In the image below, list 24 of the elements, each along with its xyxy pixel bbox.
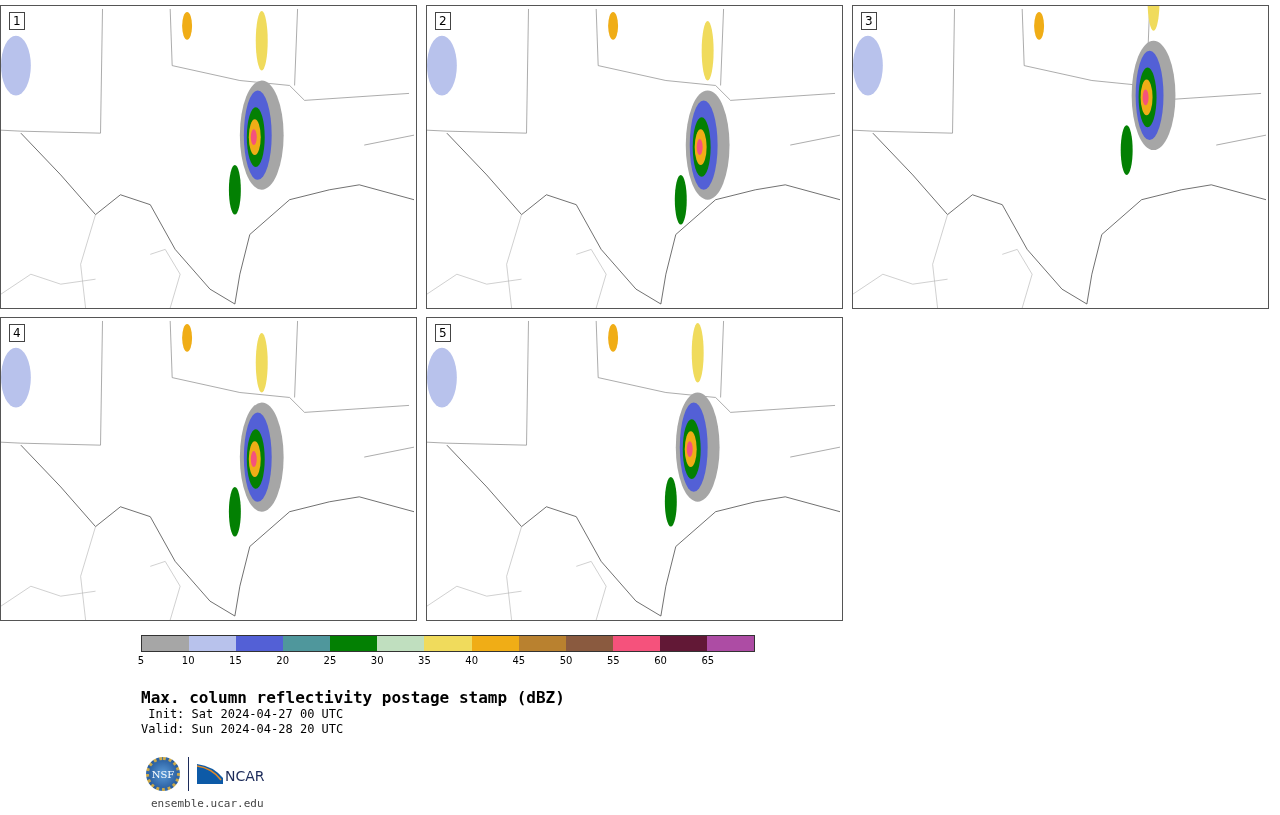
valid-time: Valid: Sun 2024-04-28 20 UTC: [141, 722, 345, 737]
tick-label: 5: [137, 655, 145, 666]
tick-label: 35: [418, 655, 431, 666]
ncar-logo: NCAR: [197, 764, 265, 784]
tick-label: 45: [512, 655, 526, 666]
panel-label: 1: [9, 12, 25, 30]
tick-label: 40: [465, 655, 478, 666]
tick-label: 65: [701, 655, 715, 666]
panel-label: 4: [9, 324, 25, 342]
panel-label: 5: [435, 324, 451, 342]
panel-label: 2: [435, 12, 451, 30]
tick-label: 55: [607, 655, 620, 666]
tick-label: 15: [229, 655, 242, 666]
tick-label: 60: [654, 655, 667, 666]
tick-label: 30: [370, 655, 384, 666]
panel-label: 3: [861, 12, 877, 30]
site-link[interactable]: ensemble.ucar.edu: [151, 797, 1280, 810]
chart-title: Max. column reflectivity postage stamp (dBZ): [141, 688, 566, 707]
nsf-logo: NSF: [146, 757, 180, 791]
init-time: Init: Sat 2024-04-27 00 UTC: [147, 707, 345, 722]
tick-label: 10: [181, 655, 195, 666]
tick-label: 25: [323, 655, 337, 666]
tick-label: 50: [559, 655, 573, 666]
tick-label: 20: [276, 655, 290, 666]
